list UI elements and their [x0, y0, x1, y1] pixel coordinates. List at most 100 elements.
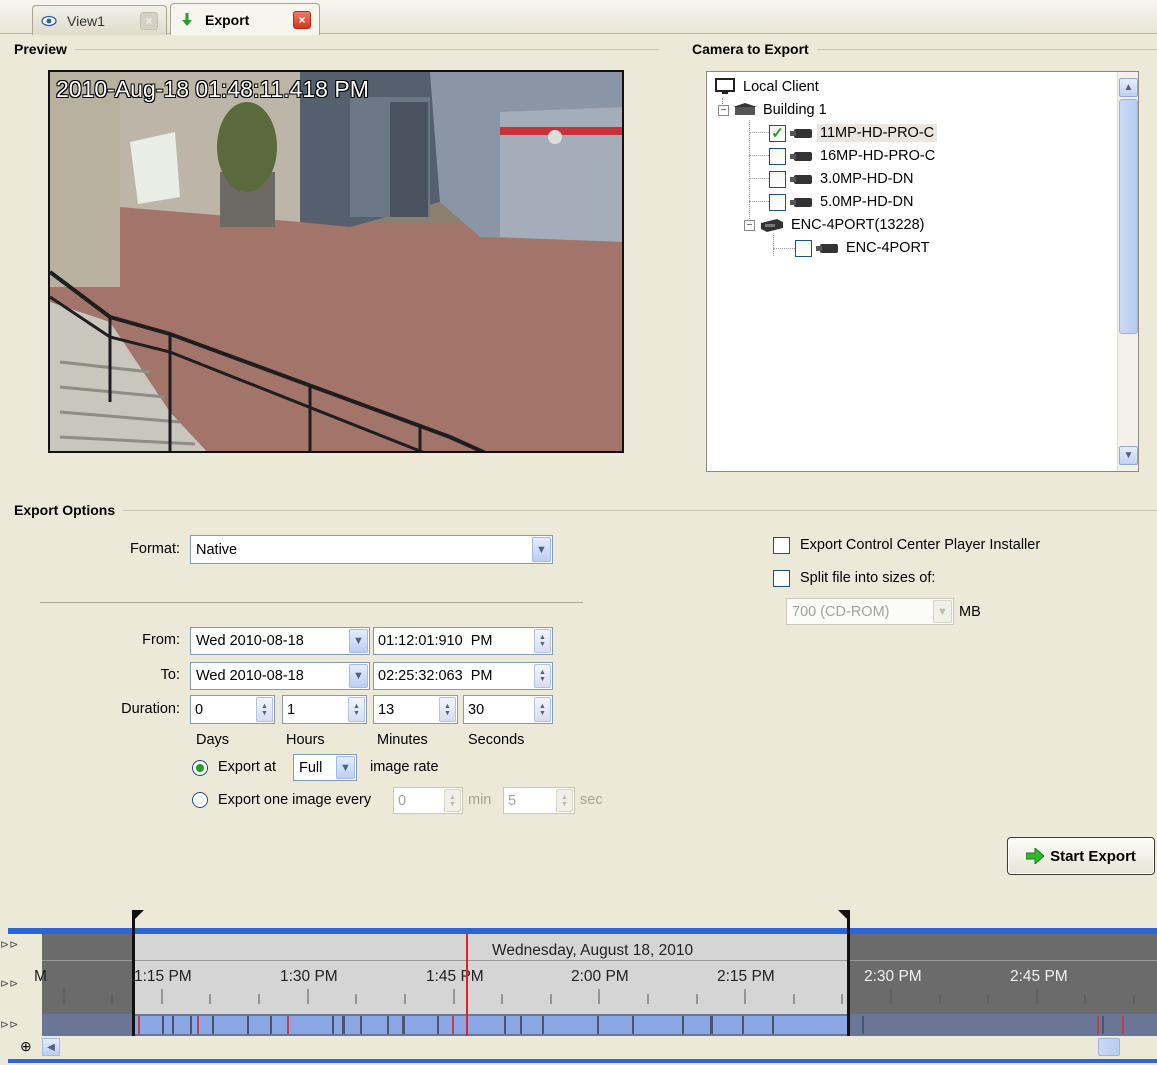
from-date-picker[interactable]: Wed 2010-08-18 ▼	[190, 627, 370, 655]
play-icon[interactable]: ⊳⊳	[0, 938, 18, 951]
close-icon[interactable]: ×	[140, 11, 158, 30]
range-start-marker[interactable]	[132, 910, 135, 1037]
start-export-button[interactable]: Start Export	[1007, 837, 1155, 875]
from-date-value: Wed 2010-08-18	[196, 633, 304, 649]
spinner-arrows-icon[interactable]: ▲ ▼	[256, 697, 273, 722]
spinner-arrows-icon[interactable]: ▲ ▼	[348, 697, 365, 722]
image-rate-value: Full	[299, 759, 323, 776]
to-time-spinner[interactable]: 02:25:32:063 PM ▲ ▼	[373, 662, 553, 690]
tree-label: ENC-4PORT(13228)	[791, 217, 925, 233]
tree-label: 11MP-HD-PRO-C	[817, 124, 938, 142]
collapse-icon[interactable]: −	[718, 104, 729, 116]
format-select[interactable]: Native ▼	[190, 535, 553, 564]
tree-node-encoder[interactable]: − ENC-4PORT(13228)	[744, 214, 928, 236]
split-unit-label: MB	[959, 604, 981, 620]
from-time-spinner[interactable]: 01:12:01:910 PM ▲ ▼	[373, 627, 553, 655]
spinner-arrows-icon[interactable]: ▲ ▼	[444, 789, 461, 812]
interval-minutes-value: 0	[398, 792, 407, 809]
timeline-row-controls[interactable]: ⊳⊳	[0, 934, 42, 957]
spinner-arrows-icon[interactable]: ▲ ▼	[439, 697, 456, 722]
tree-label: ENC-4PORT	[846, 240, 930, 256]
tree-node-camera[interactable]: ENC-4PORT	[795, 237, 933, 259]
chevron-down-icon[interactable]: ▼	[336, 756, 355, 779]
days-caption: Days	[196, 732, 230, 748]
to-date-picker[interactable]: Wed 2010-08-18 ▼	[190, 662, 370, 690]
spinner-arrows-icon[interactable]: ▲ ▼	[534, 697, 551, 722]
camera-checkbox[interactable]	[769, 124, 786, 142]
tree-node-camera[interactable]: 5.0MP-HD-DN	[769, 191, 916, 213]
duration-days-spinner[interactable]: 0 ▲ ▼	[190, 695, 275, 724]
range-end-marker[interactable]	[847, 910, 850, 1037]
timeline[interactable]: ⊳⊳ ⊳⊳ ⊳⊳ Wednesday, August 18, 2010 M 1:…	[0, 910, 1157, 1065]
scroll-left-icon[interactable]: ◀	[42, 1038, 60, 1056]
camera-icon	[816, 244, 838, 253]
min-caption: min	[468, 792, 492, 808]
hours-caption: Hours	[286, 732, 325, 748]
export-at-radio[interactable]	[192, 760, 208, 776]
tree-node-camera[interactable]: 3.0MP-HD-DN	[769, 168, 916, 190]
spinner-arrows-icon[interactable]: ▲ ▼	[534, 664, 551, 688]
tree-node-camera[interactable]: 11MP-HD-PRO-C	[769, 122, 938, 144]
tree-node-building[interactable]: − Building 1	[718, 99, 830, 121]
from-label: From:	[142, 632, 180, 648]
scroll-up-icon[interactable]: ▲	[1119, 78, 1138, 97]
start-marker-flag-icon	[134, 910, 144, 920]
duration-label: Duration:	[121, 701, 180, 717]
tree-node-camera[interactable]: 16MP-HD-PRO-C	[769, 145, 938, 167]
collapse-icon[interactable]: −	[744, 219, 755, 231]
tree-scrollbar[interactable]: ▲ ▼	[1117, 72, 1138, 471]
chevron-down-icon[interactable]: ▼	[349, 664, 368, 688]
split-size-select[interactable]: 700 (CD-ROM) ▼	[786, 598, 954, 625]
camera-icon	[790, 175, 812, 184]
export-one-image-radio[interactable]	[192, 792, 208, 808]
tree-node-local-client[interactable]: Local Client	[715, 76, 822, 98]
duration-hours-spinner[interactable]: 1 ▲ ▼	[282, 695, 367, 724]
export-arrow-icon	[179, 12, 195, 28]
camera-checkbox[interactable]	[795, 239, 812, 257]
format-value: Native	[196, 541, 238, 558]
timeline-row-controls[interactable]: ⊳⊳	[0, 1014, 42, 1036]
spinner-arrows-icon[interactable]: ▲ ▼	[534, 629, 551, 653]
timeline-ticks	[63, 989, 1135, 1004]
export-at-label: Export at	[218, 759, 277, 775]
chevron-down-icon[interactable]: ▼	[933, 600, 952, 623]
preview-header: Preview	[14, 41, 67, 57]
recording-segments	[132, 1016, 1124, 1034]
play-icon[interactable]: ⊳⊳	[0, 1018, 18, 1031]
playhead-marker[interactable]	[466, 934, 468, 1036]
interval-seconds-spinner[interactable]: 5 ▲ ▼	[503, 787, 575, 814]
tab-view1[interactable]: View1 ×	[32, 5, 167, 35]
camera-checkbox[interactable]	[769, 170, 786, 188]
chevron-down-icon[interactable]: ▼	[349, 629, 368, 653]
duration-seconds-spinner[interactable]: 30 ▲ ▼	[463, 695, 553, 724]
scroll-down-icon[interactable]: ▼	[1119, 446, 1138, 465]
sec-caption: sec	[580, 792, 603, 808]
chevron-down-icon[interactable]: ▼	[532, 537, 551, 562]
building-icon	[733, 103, 757, 115]
image-rate-select[interactable]: Full ▼	[293, 754, 357, 781]
zoom-icon[interactable]: ⊕	[20, 1038, 32, 1055]
interval-minutes-spinner[interactable]: 0 ▲ ▼	[393, 787, 463, 814]
duration-minutes-spinner[interactable]: 13 ▲ ▼	[373, 695, 458, 724]
scroll-thumb[interactable]	[1119, 99, 1138, 334]
tab-export-label: Export	[205, 11, 250, 28]
recording-track[interactable]	[42, 1014, 1157, 1036]
camera-tree[interactable]: Local Client − Building 1 11MP-HD-PRO-C …	[706, 71, 1139, 472]
to-time-value: 02:25:32:063 PM	[378, 668, 493, 684]
export-one-image-label: Export one image every	[218, 792, 372, 808]
camera-checkbox[interactable]	[769, 147, 786, 165]
preview-group-header: Preview	[14, 41, 659, 57]
timeline-scroll-thumb[interactable]	[1098, 1038, 1120, 1056]
player-installer-checkbox[interactable]	[773, 537, 790, 554]
monitor-icon	[715, 78, 735, 94]
play-icon[interactable]: ⊳⊳	[0, 977, 18, 990]
close-icon[interactable]: ×	[293, 10, 311, 29]
format-label: Format:	[130, 541, 180, 557]
tab-export[interactable]: Export ×	[170, 3, 320, 35]
split-file-checkbox[interactable]	[773, 570, 790, 587]
tab-bar: View1 × Export ×	[0, 0, 1157, 35]
camera-frame-image	[50, 72, 622, 451]
camera-checkbox[interactable]	[769, 193, 786, 211]
spinner-arrows-icon[interactable]: ▲ ▼	[556, 789, 573, 812]
timeline-ruler[interactable]: Wednesday, August 18, 2010 M 1:15 PM 1:3…	[34, 934, 1157, 1015]
